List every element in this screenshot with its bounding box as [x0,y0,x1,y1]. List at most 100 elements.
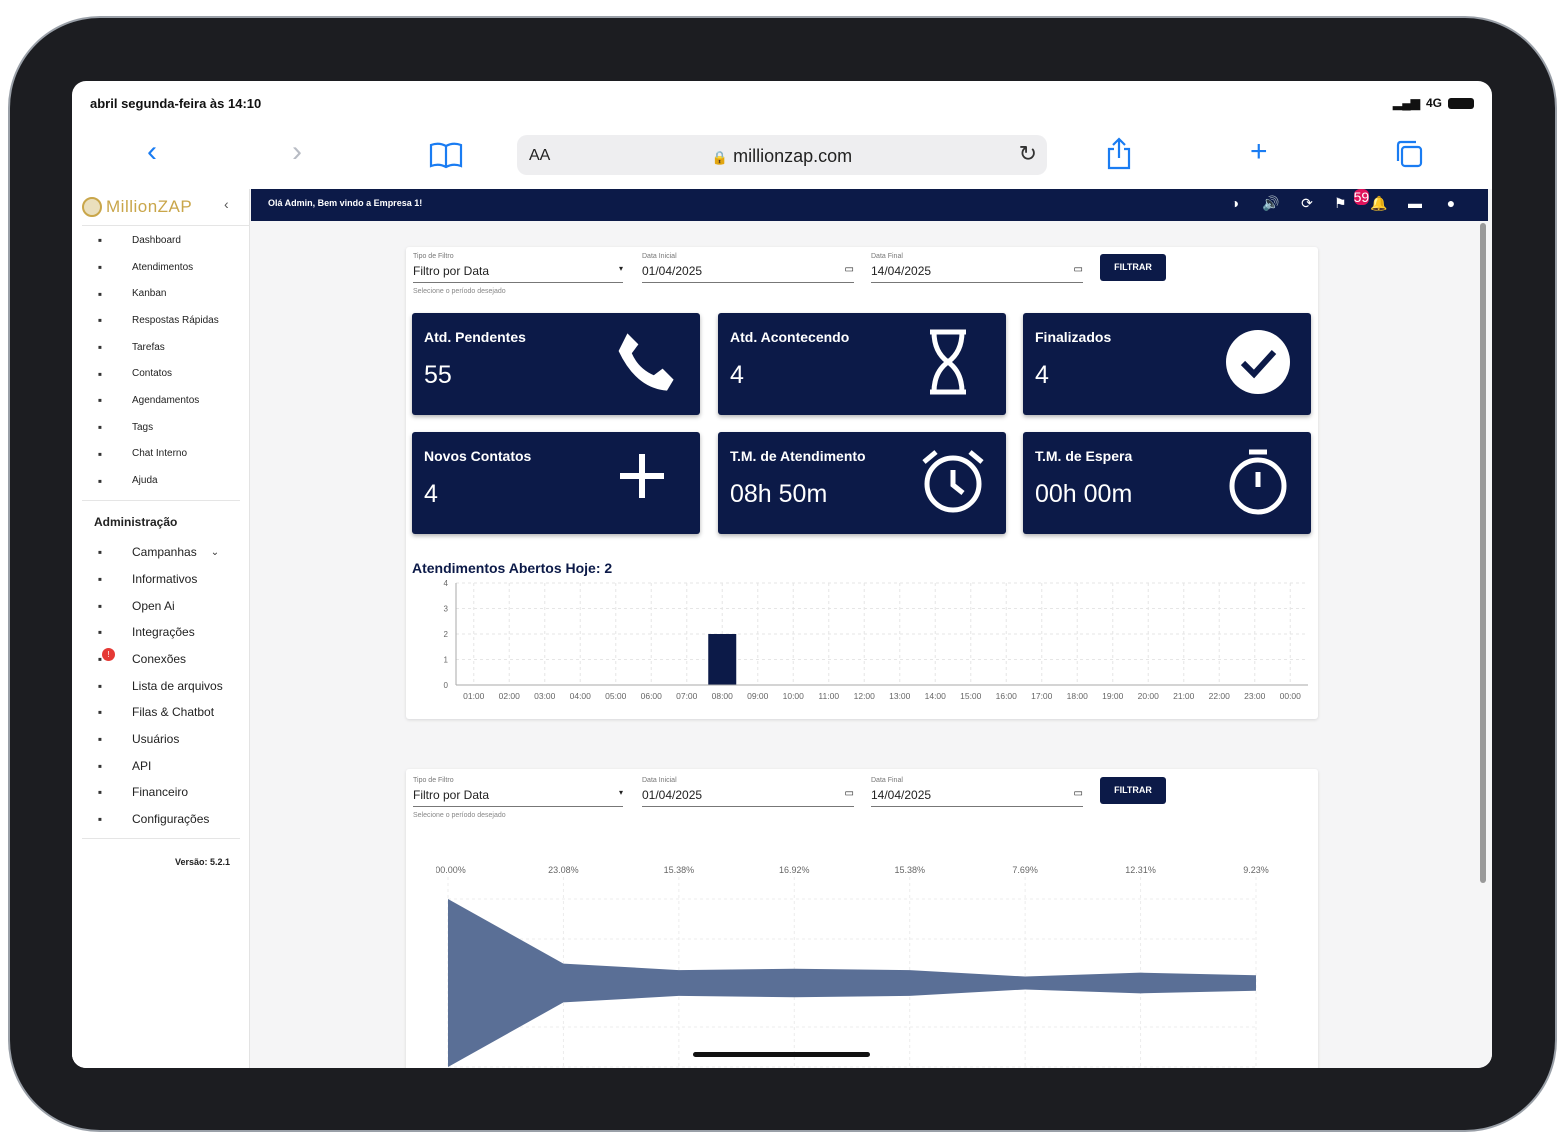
calendar-icon[interactable]: ▭ [845,264,854,278]
volume-icon[interactable]: 🔊 [1262,195,1280,212]
y-tick-label: 4 [444,579,449,588]
sidebar-item-label: Kanban [132,288,167,300]
new-tab-icon[interactable]: + [1250,137,1268,167]
sidebar: MillionZAP ‹ ▪ Dashboard ▪ Atendimentos ▪ Kan… [72,189,250,1068]
x-tick-label: 12:00 [854,691,876,701]
openai-icon: ▪ [97,598,103,613]
start-date-field-2[interactable]: Data Inicial 01/04/2025 ▭ [642,777,854,807]
address-bar[interactable]: AA 🔒 millionzap.com ↻ [517,135,1047,175]
end-date-label: Data Final [871,777,903,784]
url-text: 🔒 millionzap.com [517,146,1047,167]
account-icon[interactable]: ● [1442,195,1460,212]
refresh-icon[interactable]: ⟳ [1298,195,1316,212]
calendar-icon[interactable]: ▭ [1074,788,1083,802]
sidebar-item-label: Informativos [132,571,198,586]
sidebar-item-label: Tags [132,421,154,433]
sidebar-item-tags[interactable]: ▪ Tags [72,414,250,441]
sidebar-item-label: Contatos [132,368,173,380]
calendar-icon[interactable]: ▭ [1074,264,1083,278]
sidebar-item-campanhas[interactable]: ▪ Campanhas ⌄ [72,539,250,566]
sidebar-item-informativos[interactable]: ▪ Informativos [72,566,250,593]
sidebar-item-tarefas[interactable]: ▪ Tarefas [72,334,250,361]
stat-card-novos-contatos: Novos Contatos 4 [412,432,700,534]
card-title: T.M. de Atendimento [730,448,866,464]
sidebar-item-integra-es[interactable]: ▪ Integrações [72,619,250,646]
start-date-field[interactable]: Data Inicial 01/04/2025 ▭ [642,253,854,283]
phone-icon [612,327,678,397]
sidebar-item-filas-chatbot[interactable]: ▪ Filas & Chatbot [72,699,250,726]
bookmarks-icon[interactable] [429,141,463,169]
announcement-icon: ▪ [97,571,103,586]
sidebar-item-kanban[interactable]: ▪ Kanban [72,280,250,307]
calendar-icon[interactable]: ▭ [845,788,854,802]
filter-button[interactable]: FILTRAR [1100,254,1166,281]
sidebar-item-conex-es[interactable]: ▪ Conexões! [72,646,250,673]
x-tick-label: 10:00 [783,691,805,701]
sidebar-menu: ▪ Dashboard ▪ Atendimentos ▪ Kanban ▪ Respostas… [72,227,250,867]
version-label: Versão: 5.2.1 [174,857,230,868]
status-time: abril segunda-feira às 14:10 [90,96,262,111]
calendar-icon: ▪ [97,393,103,408]
sidebar-item-lista-de-arquivos[interactable]: ▪ Lista de arquivos [72,672,250,699]
sidebar-item-contatos[interactable]: ▪ Contatos [72,360,250,387]
admin-section-title: Administração [94,514,178,529]
battery-icon [1448,97,1474,109]
filter-type-field-2[interactable]: Tipo de Filtro Filtro por Data ▾ Selecion… [413,777,623,819]
collapse-sidebar-icon[interactable]: ‹ [224,196,229,212]
end-date-label: Data Final [871,253,903,260]
back-icon[interactable]: ‹ [147,137,157,167]
filter-type-field[interactable]: Tipo de Filtro Filtro por Data ▾ Selecion… [413,253,623,295]
sidebar-item-configura-es[interactable]: ▪ Configurações [72,806,250,833]
theme-toggle-icon[interactable]: ◑ [1226,195,1244,212]
sidebar-item-label: Atendimentos [132,261,194,273]
tag-icon: ▪ [97,420,103,435]
stat-card-atd-acontecendo: Atd. Acontecendo 4 [718,313,1006,415]
sidebar-item-atendimentos[interactable]: ▪ Atendimentos [72,254,250,281]
sidebar-item-financeiro[interactable]: ▪ Financeiro [72,779,250,806]
card-value: 55 [424,361,452,389]
dashboard-icon: ▪ [97,233,103,248]
users-icon: ▪ [97,732,103,747]
sidebar-item-api[interactable]: ▪ API [72,752,250,779]
x-tick-label: 17:00 [1031,691,1053,701]
x-tick-label: 09:00 [747,691,769,701]
hourly-bar-chart: 0 1 2 3 4 01:00 02:00 03:00 04:00 05:00 06:00 07:00… [444,579,1308,701]
end-date-field-2[interactable]: Data Final 14/04/2025 ▭ [871,777,1083,807]
plus-icon [612,446,678,516]
bolt-icon: ▪ [97,313,103,328]
x-tick-label: 06:00 [641,691,663,701]
sidebar-item-dashboard[interactable]: ▪ Dashboard [72,227,250,254]
scrollbar[interactable] [1480,223,1486,883]
card-title: Atd. Pendentes [424,329,526,345]
x-tick-label: 02:00 [499,691,521,701]
sidebar-item-respostas-r-pidas[interactable]: ▪ Respostas Rápidas [72,307,250,334]
end-date-field[interactable]: Data Final 14/04/2025 ▭ [871,253,1083,283]
sidebar-item-usu-rios[interactable]: ▪ Usuários [72,726,250,753]
sidebar-item-label: Filas & Chatbot [132,705,215,720]
card-title: Atd. Acontecendo [730,329,850,345]
x-tick-label: 18:00 [1067,691,1089,701]
tabs-icon[interactable] [1394,139,1424,169]
bell-icon[interactable]: 🔔 [1370,195,1388,212]
funnel-panel: Tipo de Filtro Filtro por Data ▾ Selecion… [406,769,1318,1068]
chat-notifications-icon[interactable]: ⚑ 59 [1334,189,1370,212]
share-icon[interactable] [1105,137,1133,171]
filter-button-2[interactable]: FILTRAR [1100,777,1166,804]
sidebar-item-ajuda[interactable]: ▪ Ajuda [72,467,250,494]
status-indicators: ▂▄▆ 4G [1393,96,1474,110]
card-value: 08h 50m [730,480,828,508]
sidebar-item-open-ai[interactable]: ▪ Open Ai [72,592,250,619]
sidebar-item-chat-interno[interactable]: ▪ Chat Interno [72,441,250,468]
sidebar-item-agendamentos[interactable]: ▪ Agendamentos [72,387,250,414]
stopwatch-icon [1223,446,1289,516]
check-circle-icon [1223,327,1290,397]
reload-icon[interactable]: ↻ [1019,141,1037,167]
sidebar-item-label: Conexões [132,651,187,666]
x-tick-label: 13:00 [889,691,911,701]
x-tick-label: 01:00 [463,691,485,701]
forward-icon[interactable]: › [292,137,302,167]
internal-chat-icon[interactable]: ▬ [1406,195,1424,212]
hourglass-icon [918,327,984,397]
chevron-down-icon[interactable]: ⌄ [211,547,219,558]
card-title: T.M. de Espera [1035,448,1133,464]
